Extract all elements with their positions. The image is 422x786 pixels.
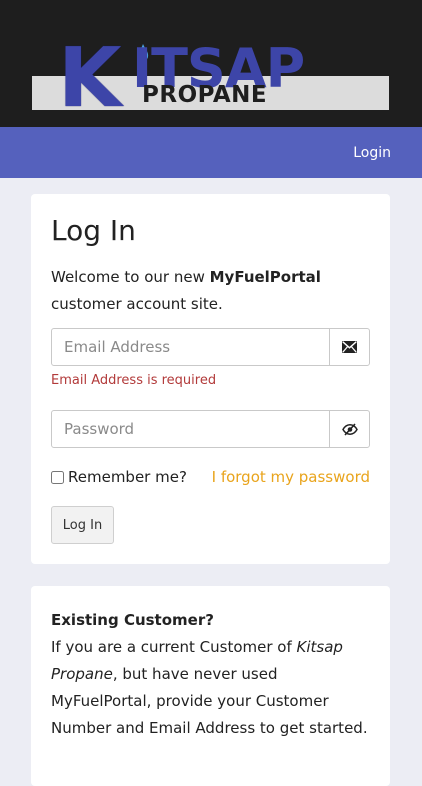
remember-me-checkbox[interactable]: [51, 470, 64, 484]
existing-customer-card: Existing Customer? If you are a current …: [31, 586, 390, 786]
forgot-password-link[interactable]: I forgot my password: [212, 467, 370, 487]
login-card: Log In Welcome to our new MyFuelPortal c…: [31, 194, 390, 564]
login-button[interactable]: Log In: [51, 506, 114, 544]
app-header: K ITSAP PROPANE: [0, 0, 422, 127]
remember-me[interactable]: Remember me?: [51, 467, 187, 487]
existing-customer-text: If you are a current Customer of Kitsap …: [51, 634, 376, 742]
nav-login-link[interactable]: Login: [353, 144, 391, 162]
email-input-group: [51, 328, 370, 366]
welcome-prefix: Welcome to our new: [51, 268, 210, 286]
password-input-group: [51, 410, 370, 448]
kitsap-propane-logo[interactable]: K ITSAP PROPANE: [32, 38, 390, 120]
email-addon[interactable]: [329, 329, 369, 365]
welcome-suffix: customer account site.: [51, 295, 223, 313]
welcome-text: Welcome to our new MyFuelPortal customer…: [51, 264, 371, 318]
existing-customer-title: Existing Customer?: [51, 611, 214, 629]
password-input[interactable]: [52, 411, 330, 447]
page-title: Log In: [51, 214, 136, 247]
logo-letter-k: K: [58, 31, 122, 126]
existing-text-1: If you are a current Customer of: [51, 638, 297, 656]
top-navbar: Login: [0, 127, 422, 178]
eye-slash-icon: [341, 422, 358, 436]
email-error-message: Email Address is required: [51, 373, 217, 388]
logo-subtitle: PROPANE: [142, 82, 268, 108]
toggle-password-visibility[interactable]: [329, 411, 369, 447]
email-input[interactable]: [52, 329, 330, 365]
welcome-brand: MyFuelPortal: [209, 268, 321, 286]
envelope-icon: [342, 341, 357, 353]
remember-me-label: Remember me?: [68, 468, 187, 486]
